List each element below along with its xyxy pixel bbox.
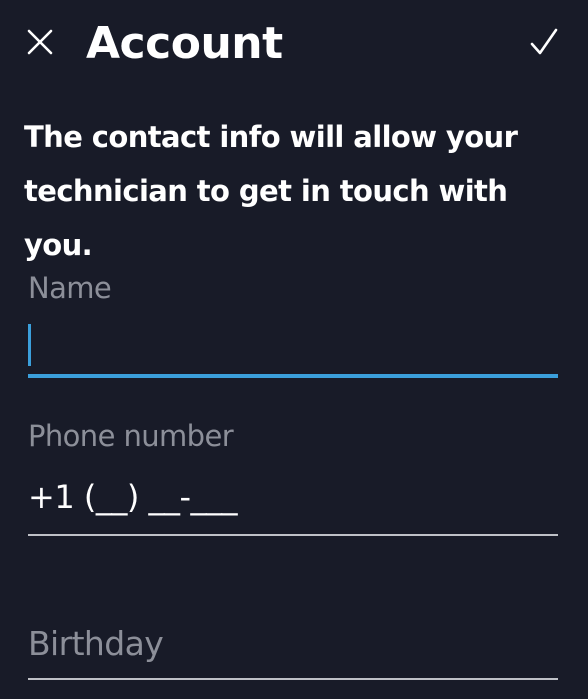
- phone-label: Phone number: [28, 419, 234, 453]
- phone-value: +1 (__) __-___: [28, 478, 238, 516]
- phone-field: Phone number +1 (__) __-___: [28, 418, 558, 536]
- name-field: Name: [28, 270, 558, 378]
- birthday-input[interactable]: Birthday: [28, 620, 558, 680]
- app-bar: Account: [0, 0, 588, 92]
- page-title: Account: [86, 18, 283, 69]
- birthday-field: Birthday: [28, 620, 558, 680]
- birthday-label: Birthday: [28, 624, 164, 663]
- phone-input[interactable]: +1 (__) __-___: [28, 472, 558, 536]
- account-screen: Account The contact info will allow your…: [0, 0, 588, 699]
- text-caret: [28, 324, 31, 366]
- confirm-button[interactable]: [522, 20, 566, 64]
- checkmark-icon: [530, 28, 558, 55]
- name-label: Name: [28, 271, 112, 305]
- close-icon: [27, 29, 53, 55]
- close-button[interactable]: [18, 20, 62, 64]
- intro-text: The contact info will allow your technic…: [24, 120, 518, 262]
- name-input[interactable]: [28, 320, 558, 378]
